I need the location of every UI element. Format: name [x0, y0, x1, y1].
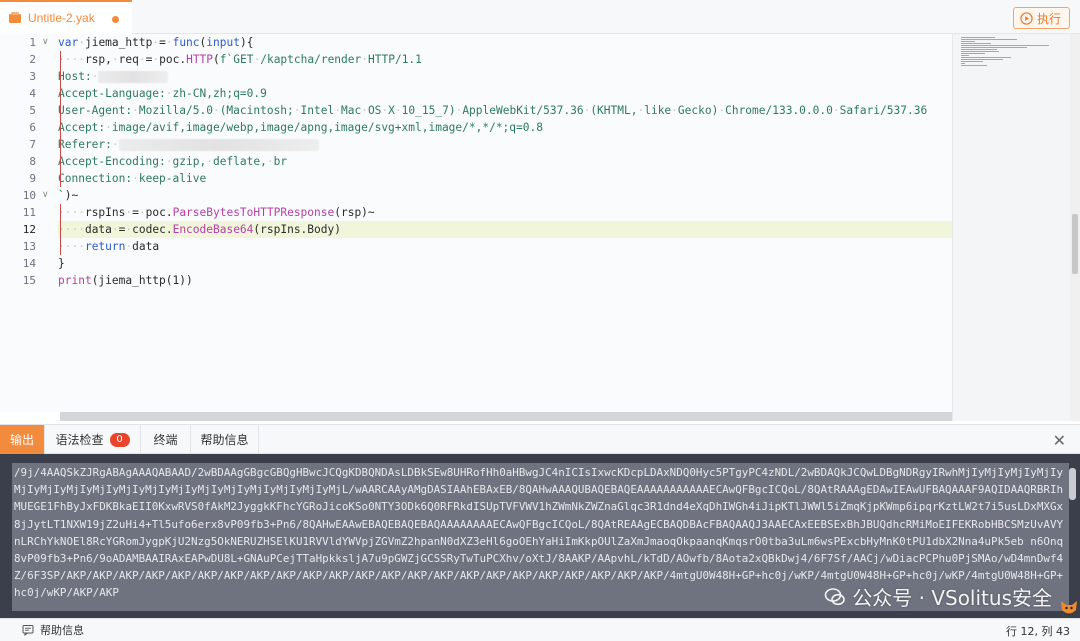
code-area[interactable]: var·jiema_http·=·func(input){····rsp,·re…: [58, 34, 952, 412]
minimap-line: [961, 63, 965, 64]
code-line[interactable]: ····rspIns·=·poc.ParseBytesToHTTPRespons…: [58, 204, 952, 221]
line-number: 12: [22, 223, 36, 236]
line-number: 4: [29, 87, 36, 100]
line-number: 8: [29, 155, 36, 168]
minimap-line: [961, 41, 975, 42]
tab-help-info-label: 帮助信息: [200, 433, 249, 447]
tab-syntax-check[interactable]: 语法检查 0: [45, 425, 141, 454]
unsaved-dot-icon[interactable]: [112, 16, 119, 23]
minimap-line: [961, 65, 987, 66]
line-number: 7: [29, 138, 36, 151]
wechat-watermark: 公众号 · VSolitus安全: [824, 582, 1052, 611]
tab-output[interactable]: 输出: [0, 425, 45, 454]
code-line[interactable]: ····rsp,·req·=·poc.HTTP(f`GET·/kaptcha/r…: [58, 51, 952, 68]
tab-untitle-2[interactable]: Untitle-2.yak: [0, 0, 132, 34]
code-line[interactable]: Accept-Language:·zh-CN,zh;q=0.9: [58, 85, 952, 102]
code-line[interactable]: `)~: [58, 187, 952, 204]
line-number: 11: [22, 206, 36, 219]
line-number: 3: [29, 70, 36, 83]
line-number: 13: [22, 240, 36, 253]
wechat-icon: [824, 587, 846, 605]
output-scrollbar[interactable]: [1069, 468, 1076, 500]
line-number: 2: [29, 53, 36, 66]
minimap-line: [961, 51, 999, 52]
help-info-button[interactable]: 帮助信息: [22, 622, 84, 638]
code-line[interactable]: print(jiema_http(1)): [58, 272, 952, 289]
watermark-text: 公众号 · VSolitus安全: [852, 586, 1052, 610]
line-number: 10: [22, 189, 36, 202]
code-line[interactable]: Host:·: [58, 68, 952, 85]
line-number: 5: [29, 104, 36, 117]
tab-help-info[interactable]: 帮助信息: [191, 425, 259, 454]
minimap-line: [961, 39, 1017, 40]
close-icon[interactable]: ✕: [1053, 431, 1066, 450]
editor-tab-bar: Untitle-2.yak 执行: [0, 0, 1080, 34]
fox-logo-icon: [1061, 601, 1077, 614]
code-line[interactable]: var·jiema_http·=·func(input){: [58, 34, 952, 51]
minimap-line: [961, 55, 969, 56]
code-editor[interactable]: 1 ∨ 2 3 4 5 6 7 8 9 10 ∨ 11 12 13 14 15 var·jiema_http·=…: [0, 34, 952, 412]
vertical-scrollbar[interactable]: [1070, 34, 1080, 421]
error-count-badge: 0: [109, 432, 130, 447]
panel-tab-bar: 输出 语法检查 0 终端 帮助信息 ✕: [0, 424, 1080, 454]
help-info-label: 帮助信息: [40, 624, 84, 637]
indent-guide: [60, 204, 61, 255]
tab-terminal[interactable]: 终端: [141, 425, 191, 454]
scrollbar-thumb[interactable]: [1072, 214, 1078, 274]
minimap-line: [961, 57, 1011, 58]
minimap-line: [961, 49, 997, 50]
code-line[interactable]: Connection:·keep-alive: [58, 170, 952, 187]
tab-syntax-check-label: 语法检查: [55, 433, 104, 447]
minimap-line: [961, 61, 983, 62]
line-number: 1: [29, 36, 36, 49]
indent-guide: [60, 51, 61, 187]
tab-terminal-label: 终端: [153, 433, 178, 447]
cursor-position: 行 12, 列 43: [1006, 625, 1070, 638]
code-line[interactable]: ····data·=·codec.EncodeBase64(rspIns.Bod…: [58, 221, 952, 238]
fold-toggle-icon[interactable]: ∨: [42, 34, 49, 51]
tab-output-label: 输出: [9, 433, 34, 447]
message-icon: [22, 625, 34, 636]
line-number: 6: [29, 121, 36, 134]
minimap-line: [961, 43, 991, 44]
code-line[interactable]: Accept-Encoding:·gzip,·deflate,·br: [58, 153, 952, 170]
code-line[interactable]: User-Agent:·Mozilla/5.0·(Macintosh;·Inte…: [58, 102, 952, 119]
status-bar: 帮助信息 行 12, 列 43: [0, 618, 1080, 641]
play-icon: [1020, 11, 1033, 25]
yak-file-icon: [9, 12, 21, 23]
code-line[interactable]: Referer:·: [58, 136, 952, 153]
minimap-line: [961, 37, 995, 38]
minimap[interactable]: [952, 34, 1070, 421]
minimap-line: [961, 47, 1027, 48]
line-number: 14: [22, 257, 36, 270]
minimap-line: [961, 45, 1049, 46]
code-line[interactable]: ····return·data: [58, 238, 952, 255]
minimap-line: [961, 53, 985, 54]
line-number-gutter: 1 ∨ 2 3 4 5 6 7 8 9 10 ∨ 11 12 13 14 15: [0, 34, 58, 412]
code-line[interactable]: }: [58, 255, 952, 272]
fold-toggle-icon[interactable]: ∨: [42, 187, 49, 204]
horizontal-scrollbar[interactable]: [60, 412, 952, 421]
line-number: 15: [22, 274, 36, 287]
line-number: 9: [29, 172, 36, 185]
run-button[interactable]: 执行: [1012, 7, 1070, 29]
run-label: 执行: [1036, 11, 1061, 26]
code-line[interactable]: Accept:·image/avif,image/webp,image/apng…: [58, 119, 952, 136]
tab-title: Untitle-2.yak: [28, 11, 95, 25]
minimap-line: [961, 59, 1003, 60]
